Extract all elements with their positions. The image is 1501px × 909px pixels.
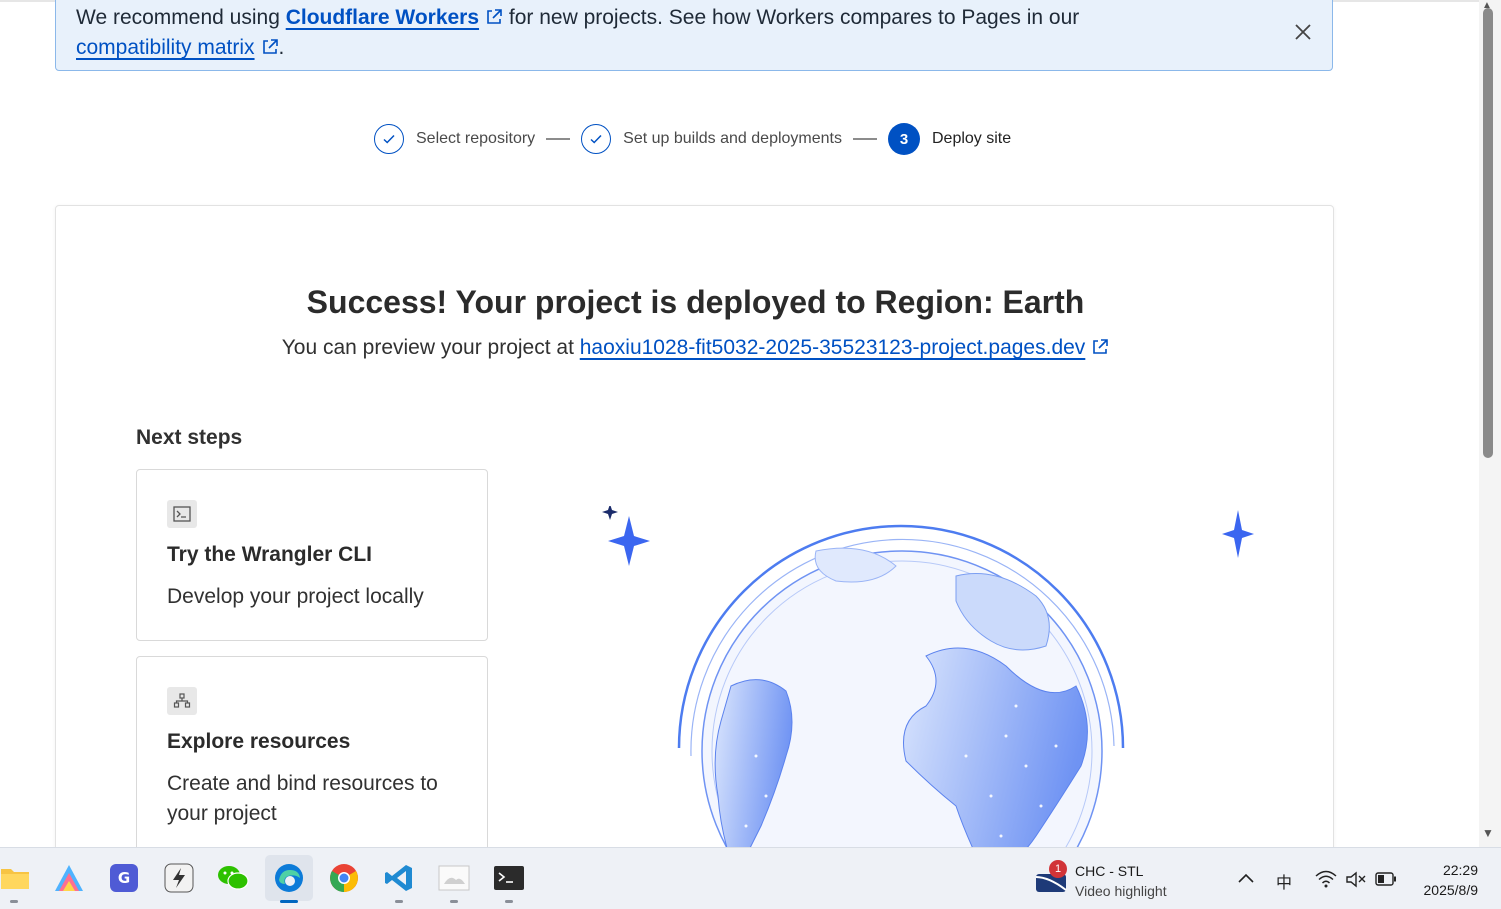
preview-link[interactable]: haoxiu1028-fit5032-2025-35523123-project… [580,336,1086,359]
notification-title: CHC - STL [1075,863,1144,879]
external-link-icon [262,39,278,54]
svg-text:G: G [118,869,130,887]
sparkle-icon [1222,510,1254,558]
browser-viewport: We recommend using Cloudflare Workers fo… [0,0,1479,847]
volume-muted-icon[interactable] [1345,871,1367,888]
success-card: Success! Your project is deployed to Reg… [55,205,1334,847]
app-running-indicator [450,900,458,903]
clock-date: 2025/8/9 [1423,882,1479,898]
system-clock[interactable]: 22:29 2025/8/9 [1410,860,1479,900]
step-label-builds: Set up builds and deployments [623,130,842,147]
tile-description: Develop your project locally [167,585,424,608]
recommendation-banner: We recommend using Cloudflare Workers fo… [55,0,1333,71]
step-label-deploy-site: Deploy site [931,130,1012,147]
preview-prefix: You can preview your project at [281,336,580,359]
compatibility-matrix-link[interactable]: compatibility matrix [76,36,255,59]
sparkle-icon [608,516,650,566]
wifi-icon[interactable] [1315,870,1337,888]
explore-resources-tile[interactable]: Explore resources Create and bind resour… [136,656,488,847]
step-label-select-repository: Select repository [416,130,536,147]
deployment-stepper: Select repository Set up builds and depl… [374,122,1011,156]
preview-subtitle: You can preview your project at haoxiu10… [56,336,1335,360]
tile-description: Create and bind resources to your projec… [167,772,438,825]
ime-indicator[interactable]: 中 [1276,869,1292,893]
vscode-app-icon[interactable] [382,861,416,895]
notification-badge: 1 [1049,860,1067,878]
page-title: Success! Your project is deployed to Reg… [306,284,1085,320]
terminal-icon [167,500,197,528]
external-link-icon [487,9,502,24]
chevron-up-icon[interactable] [1237,872,1255,884]
step-complete-icon [581,124,612,154]
next-steps-heading: Next steps [136,426,243,449]
scroll-down-icon[interactable]: ▼ [1482,826,1494,840]
tile-title: Explore resources [167,730,351,753]
wrangler-cli-tile[interactable]: Try the Wrangler CLI Develop your projec… [136,469,488,641]
chrome-browser-icon[interactable] [327,861,361,895]
file-explorer-icon[interactable] [0,861,32,895]
app-running-indicator [10,900,18,903]
banner-text: We recommend using Cloudflare Workers fo… [76,3,1196,63]
step-number-badge: 3 [887,123,920,155]
app-running-indicator [505,900,513,903]
step-separator [852,138,877,140]
gbox-app-icon[interactable]: G [107,861,141,895]
preview-link-label: haoxiu1028-fit5032-2025-35523123-project… [579,336,1086,359]
lightning-app-icon[interactable] [162,861,196,895]
checkmark-icon [383,134,395,144]
sparkle-icon [602,506,618,520]
app-active-indicator [280,900,298,903]
scrollbar-thumb[interactable] [1483,8,1493,458]
cloudflare-workers-link-label: Cloudflare Workers [285,6,480,29]
windows-taskbar: G 1 CHC - STL Video highlight 中 22:29 20… [0,847,1501,909]
photos-app-icon[interactable] [437,861,471,895]
globe-illustration [602,506,1254,847]
clock-time: 22:29 [1442,862,1478,878]
sitemap-icon [167,687,197,715]
external-link-icon [1093,339,1109,354]
sports-notification-widget[interactable]: 1 CHC - STL Video highlight [1033,860,1213,900]
checkmark-icon [590,134,602,144]
terminal-app-icon[interactable] [492,861,526,895]
wechat-app-icon[interactable] [216,861,250,895]
close-icon[interactable] [1292,21,1314,43]
step-complete-icon [374,124,404,154]
tile-title: Try the Wrangler CLI [167,543,372,566]
cloudflare-workers-link[interactable]: Cloudflare Workers [286,6,479,29]
vertical-scrollbar[interactable]: ▲ ▼ [1479,0,1501,847]
banner-text-part: . [278,36,285,59]
app-running-indicator [395,900,403,903]
banner-text-part: We recommend using [76,6,286,29]
banner-text-part: for new projects. See how Workers compar… [503,6,1080,29]
battery-icon[interactable] [1375,872,1397,886]
compatibility-matrix-link-label: compatibility matrix [76,36,255,59]
notification-subtitle: Video highlight [1075,883,1167,899]
arc-app-icon[interactable] [52,861,86,895]
edge-browser-icon[interactable] [265,855,313,901]
step-separator [546,138,571,140]
